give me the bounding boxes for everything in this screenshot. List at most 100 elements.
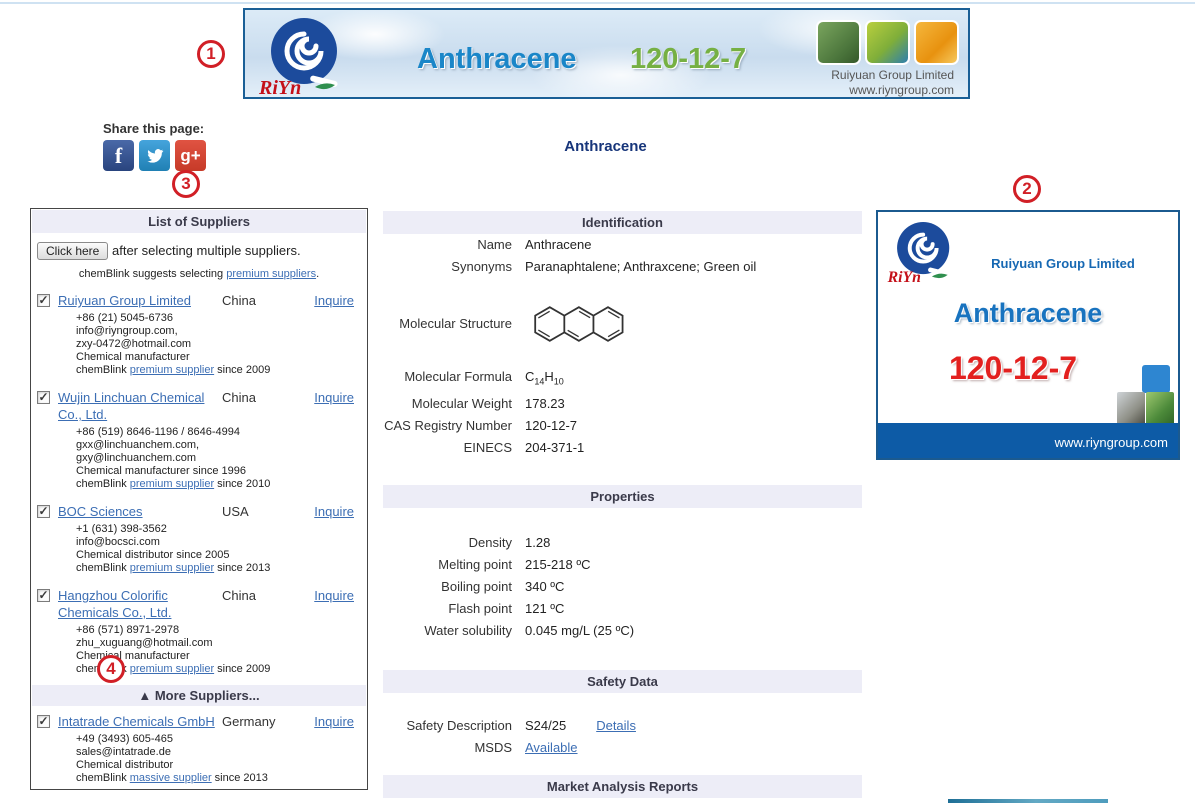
property-label: Flash point <box>383 598 525 620</box>
property-value: 1.28 <box>525 532 550 554</box>
formula-value: C14H10 <box>525 366 564 393</box>
supplier-phone: +86 (519) 8646-1196 / 8646-4994 <box>76 426 361 439</box>
supplier-country: Germany <box>222 713 298 730</box>
supplier-tier-link[interactable]: premium supplier <box>130 562 214 574</box>
twitter-share-icon[interactable] <box>139 140 170 171</box>
supplier-checkbox[interactable] <box>37 391 50 404</box>
supplier-checkbox[interactable] <box>37 505 50 518</box>
supplier-tier-link[interactable]: premium supplier <box>130 364 214 376</box>
msds-available-link[interactable]: Available <box>525 737 578 759</box>
inquire-link[interactable]: Inquire <box>314 504 354 519</box>
suppliers-panel: List of Suppliers Click here after selec… <box>30 208 368 790</box>
supplier-phone: +1 (631) 398-3562 <box>76 523 361 536</box>
page-title: Anthracene <box>383 138 828 155</box>
identification-header: Identification <box>383 211 862 234</box>
ad-company-url: www.riyngroup.com <box>1055 435 1168 450</box>
inquire-link[interactable]: Inquire <box>314 588 354 603</box>
supplier-name-link[interactable]: BOC Sciences <box>58 503 222 520</box>
ad-riyn-logo-icon: RiYn <box>886 218 954 286</box>
supplier-entry: Intatrade Chemicals GmbH Germany Inquire… <box>31 708 367 792</box>
riyn-logo-icon: RiYn <box>257 13 343 99</box>
supplier-details: +86 (519) 8646-1196 / 8646-4994 gxx@linc… <box>37 423 361 491</box>
inquire-link[interactable]: Inquire <box>314 390 354 405</box>
page: RiYn Anthracene 120-12-7 Ruiyuan Group L… <box>0 0 1195 803</box>
safety-desc-label: Safety Description <box>383 715 525 737</box>
click-here-note: after selecting multiple suppliers. <box>112 243 301 258</box>
tag-prefix: chemBlink <box>76 562 127 574</box>
supplier-name-link[interactable]: Intatrade Chemicals GmbH <box>58 713 222 730</box>
synonyms-label: Synonyms <box>383 256 525 278</box>
inquire-link[interactable]: Inquire <box>314 714 354 729</box>
inquiry-instruction-row: Click here after selecting multiple supp… <box>31 233 367 263</box>
property-value: 121 ºC <box>525 598 564 620</box>
supplier-entry: BOC Sciences USA Inquire +1 (631) 398-35… <box>31 498 367 582</box>
tag-prefix: chemBlink <box>76 478 127 490</box>
einecs-value: 204-371-1 <box>525 437 584 459</box>
properties-header: Properties <box>383 485 862 508</box>
banner-company-name: Ruiyuan Group Limited <box>831 68 954 83</box>
annotation-circle-3: 3 <box>172 170 200 198</box>
property-label: Water solubility <box>383 620 525 642</box>
premium-suppliers-link[interactable]: premium suppliers <box>226 268 316 280</box>
riyn-logo-text: RiYn <box>258 77 301 99</box>
tag-prefix: chemBlink <box>76 772 127 784</box>
property-label: Boiling point <box>383 576 525 598</box>
supplier-name-link[interactable]: Ruiyuan Group Limited <box>58 292 222 309</box>
annotation-circle-4: 4 <box>97 655 125 683</box>
tag-suffix: since 2013 <box>217 562 270 574</box>
supplier-email: zhu_xuguang@hotmail.com <box>76 637 361 650</box>
supplier-checkbox[interactable] <box>37 715 50 728</box>
supplier-email2: zxy-0472@hotmail.com <box>76 338 361 351</box>
supplier-name-link[interactable]: Hangzhou Colorific Chemicals Co., Ltd. <box>58 587 222 621</box>
supplier-type: Chemical distributor since 2005 <box>76 549 361 562</box>
supplier-type: Chemical distributor <box>76 759 361 772</box>
supplier-type: Chemical manufacturer <box>76 351 361 364</box>
supplier-country: China <box>222 292 298 309</box>
name-label: Name <box>383 234 525 256</box>
tag-suffix: since 2010 <box>217 478 270 490</box>
supplier-tier-link[interactable]: premium supplier <box>130 663 214 675</box>
supplier-country: China <box>222 587 298 604</box>
click-here-button[interactable]: Click here <box>37 242 108 260</box>
inquire-link[interactable]: Inquire <box>314 293 354 308</box>
compound-info-column: Identification NameAnthracene SynonymsPa… <box>383 211 862 798</box>
tag-prefix: chemBlink <box>76 364 127 376</box>
supplier-name-link[interactable]: Wujin Linchuan Chemical Co., Ltd. <box>58 389 222 423</box>
facebook-share-icon[interactable]: f <box>103 140 134 171</box>
banner-company-block: Ruiyuan Group Limited www.riyngroup.com <box>831 68 954 98</box>
supplier-tag-line: chemBlinkmassive suppliersince 2013 <box>76 772 361 785</box>
ad-company-name: Ruiyuan Group Limited <box>956 256 1170 271</box>
supplier-details: +1 (631) 398-3562 info@bocsci.com Chemic… <box>37 520 361 575</box>
safety-details-link[interactable]: Details <box>596 715 636 737</box>
banner-photos <box>816 20 959 65</box>
supplier-tier-link[interactable]: premium supplier <box>130 478 214 490</box>
bottom-banner-strip <box>948 799 1108 803</box>
ad-cas-number: 120-12-7 <box>878 350 1148 387</box>
more-suppliers-toggle[interactable]: ▲ More Suppliers... <box>32 685 366 706</box>
top-banner-ad[interactable]: RiYn Anthracene 120-12-7 Ruiyuan Group L… <box>243 8 970 99</box>
supplier-type: Chemical manufacturer since 1996 <box>76 465 361 478</box>
banner-photo-lab <box>914 20 959 65</box>
molecular-structure-drawing <box>525 296 635 352</box>
einecs-label: EINECS <box>383 437 525 459</box>
supplier-phone: +86 (571) 8971-2978 <box>76 624 361 637</box>
share-label: Share this page: <box>103 121 206 136</box>
supplier-tier-link[interactable]: massive supplier <box>130 772 212 784</box>
market-analysis-header: Market Analysis Reports <box>383 775 862 798</box>
ad-product-name: Anthracene <box>878 298 1178 329</box>
banner-photo-dna <box>865 20 910 65</box>
googleplus-share-icon[interactable]: g+ <box>175 140 206 171</box>
supplier-email: sales@intatrade.de <box>76 746 361 759</box>
supplier-country: China <box>222 389 298 406</box>
supplier-phone: +49 (3493) 605-465 <box>76 733 361 746</box>
property-value: 215-218 ºC <box>525 554 590 576</box>
supplier-checkbox[interactable] <box>37 294 50 307</box>
supplier-checkbox[interactable] <box>37 589 50 602</box>
top-divider <box>0 2 1195 4</box>
ad-riyn-logo-text: RiYn <box>887 269 922 286</box>
premium-suggestion: chemBlink suggests selecting premium sup… <box>31 263 367 287</box>
annotation-circle-1: 1 <box>197 40 225 68</box>
supplier-country: USA <box>222 503 298 520</box>
right-ad-box[interactable]: RiYn Ruiyuan Group Limited Anthracene 12… <box>876 210 1180 460</box>
banner-cas-number: 120-12-7 <box>630 43 746 76</box>
